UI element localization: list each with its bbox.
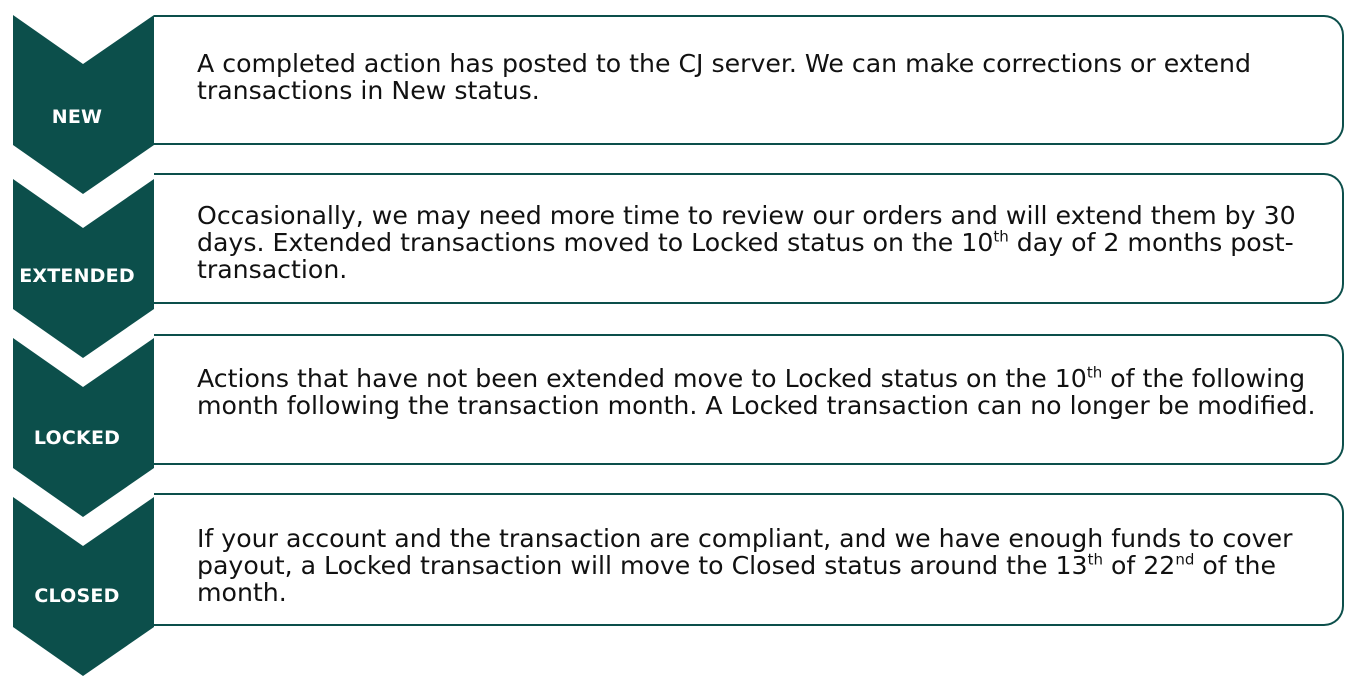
stage-label-new: NEW xyxy=(51,106,103,128)
ordinal-suffix: th xyxy=(1086,363,1103,382)
stage-label-locked: LOCKED xyxy=(33,427,121,449)
stage-label-closed: CLOSED xyxy=(34,585,120,607)
chevron-new xyxy=(13,15,154,194)
stage-description-extended: Occasionally, we may need more time to r… xyxy=(197,201,1296,284)
ordinal-suffix: th xyxy=(993,227,1009,246)
stage-description-locked: Actions that have not been extended move… xyxy=(197,363,1316,420)
stage-label-extended: EXTENDED xyxy=(19,265,135,287)
stage-description-closed: If your account and the transaction are … xyxy=(197,524,1293,607)
ordinal-suffix: nd xyxy=(1175,550,1195,569)
ordinal-suffix: th xyxy=(1087,550,1103,569)
stage-description-new: A completed action has posted to the CJ … xyxy=(197,49,1252,105)
